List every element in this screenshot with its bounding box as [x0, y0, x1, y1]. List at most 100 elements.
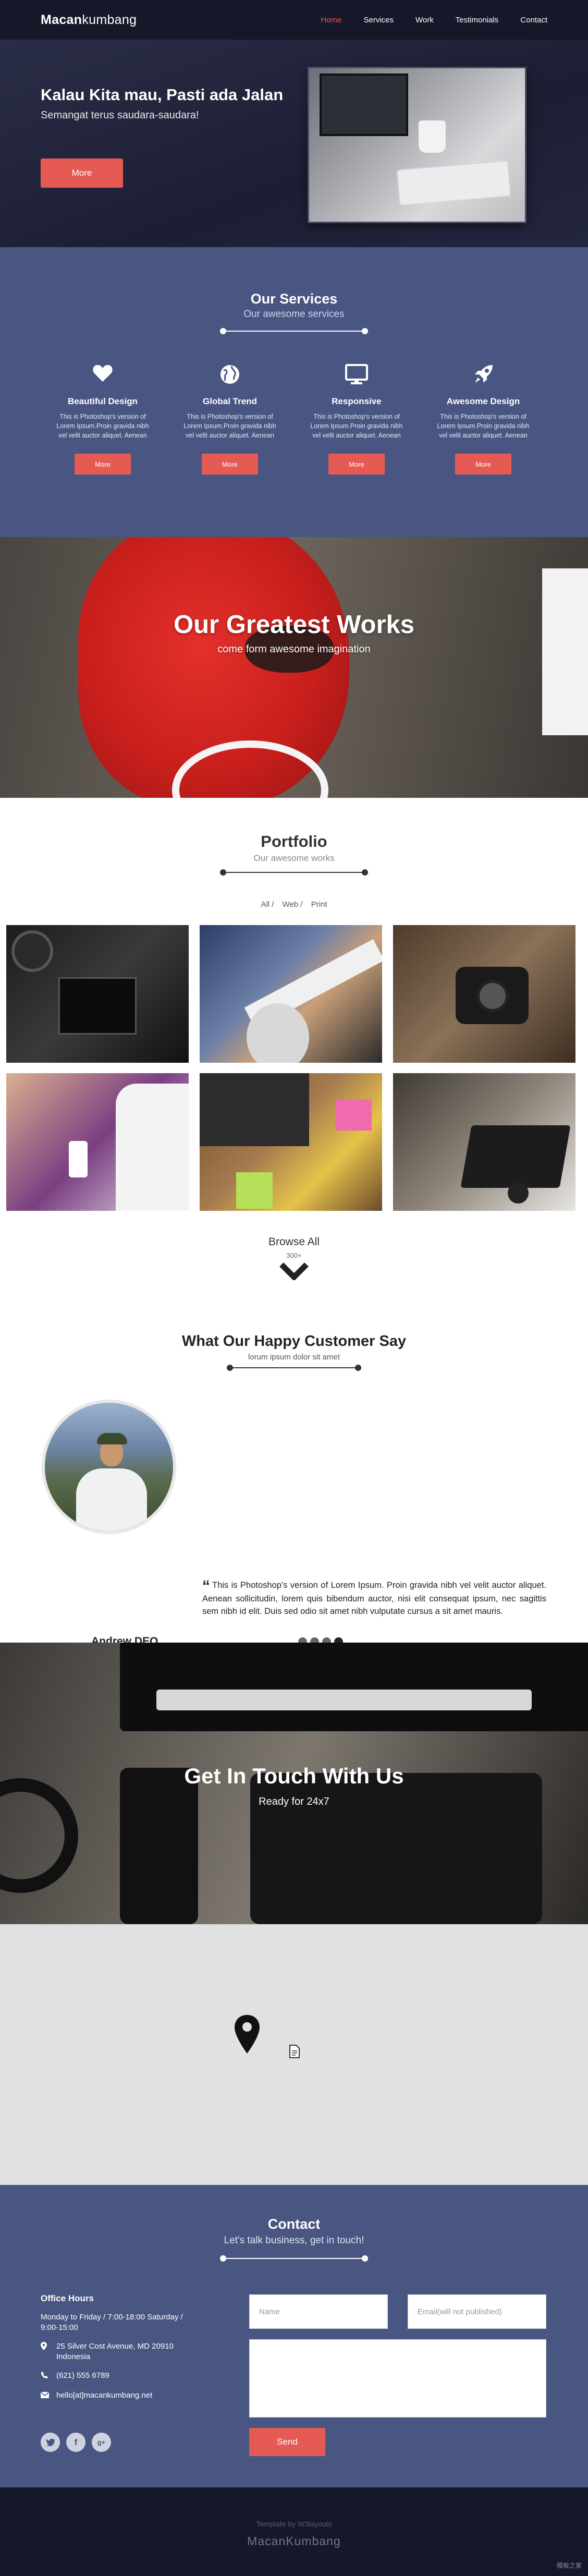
office-info: Office Hours Monday to Friday / 7:00-18:… [40, 2293, 202, 2401]
brand-rest-text: kumbang [82, 12, 137, 27]
service-text: This is Photoshop's version of Lorem Ips… [437, 413, 530, 439]
hero-more-button[interactable]: More [41, 159, 123, 188]
portfolio-divider [220, 869, 368, 876]
avatar-cap [97, 1433, 127, 1444]
service-text: This is Photoshop's version of Lorem Ips… [183, 413, 276, 439]
nav-link-testimonials[interactable]: Testimonials [456, 16, 499, 25]
avatar-shirt [76, 1468, 147, 1531]
services-section: Our Services Our awesome services Beauti… [0, 247, 588, 537]
nav-link-work[interactable]: Work [415, 16, 434, 25]
page: Macankumbang Home Services Work Testimon… [0, 0, 588, 2576]
map-area[interactable] [0, 1924, 588, 2185]
mug-shape [419, 120, 446, 153]
watermark-text: 模板之家 [556, 2562, 582, 2569]
testimonial-title: What Our Happy Customer Say [181, 1333, 407, 1350]
address-text: 25 Silver Cost Avenue, MD 20910 Indonesi… [56, 2342, 174, 2361]
service-more-button[interactable]: More [455, 454, 511, 475]
browse-all-label[interactable]: Browse All [0, 1236, 588, 1248]
filter-web[interactable]: Web / [283, 900, 303, 909]
service-title: Awesome Design [446, 396, 520, 406]
service-text: This is Photoshop's version of Lorem Ips… [56, 413, 149, 439]
portfolio-item-guitar[interactable] [200, 925, 382, 1063]
facebook-icon[interactable]: f [66, 2433, 85, 2452]
browse-all-count: 300+ [286, 1251, 302, 1259]
name-input[interactable] [249, 2294, 388, 2329]
service-title: Responsive [332, 396, 382, 406]
phone-shape [120, 1768, 198, 1924]
footer: Template by W3layouts MacanKumbang 模板之家 [0, 2487, 588, 2576]
service-title: Beautiful Design [67, 396, 138, 406]
keyboard-shape [396, 160, 511, 206]
service-card-responsive: Responsive This is Photoshop's version o… [302, 364, 411, 475]
works-title: Our Greatest Works [173, 611, 415, 639]
send-button[interactable]: Send [249, 2428, 325, 2456]
testimonial-section: What Our Happy Customer Say lorum ipsum … [0, 1297, 588, 1647]
portfolio-item-camera-hands[interactable] [393, 925, 575, 1063]
email-input[interactable] [408, 2294, 546, 2329]
portfolio-title: Portfolio [261, 832, 327, 850]
email-text[interactable]: hello[at]macankumbang.net [56, 2390, 152, 2401]
location-icon [41, 2341, 56, 2353]
brand-bold-text: Macan [41, 12, 82, 27]
service-more-button[interactable]: More [75, 454, 131, 475]
portfolio-item-music-player[interactable] [6, 1073, 189, 1211]
testimonial-quote: “This is Photoshop's version of Lorem Ip… [202, 1578, 546, 1618]
portfolio-section: Portfolio Our awesome works All / Web / … [0, 798, 588, 1297]
nav-link-home[interactable]: Home [321, 16, 341, 25]
portfolio-filters: All / Web / Print [0, 900, 588, 909]
touch-title: Get In Touch With Us [184, 1764, 404, 1788]
portfolio-item-camera-photo[interactable] [6, 925, 189, 1063]
map-pin-icon[interactable] [234, 2014, 261, 2055]
portfolio-item-desk-laptop[interactable] [393, 1073, 575, 1211]
hero-title: Kalau Kita mau, Pasti ada Jalan [41, 86, 284, 104]
phone-text: (621) 555 6789 [56, 2371, 109, 2380]
works-subtitle: come form awesome imagination [217, 643, 371, 655]
address-row: 25 Silver Cost Avenue, MD 20910 Indonesi… [41, 2341, 202, 2362]
heart-icon [48, 364, 157, 387]
hero-subtitle: Semangat terus saudara-saudara! [41, 110, 199, 121]
office-hours-text: Monday to Friday / 7:00-18:00 Saturday /… [41, 2313, 183, 2332]
phone-icon [41, 2371, 56, 2382]
service-text: This is Photoshop's version of Lorem Ips… [310, 413, 403, 439]
hero-section: Kalau Kita mau, Pasti ada Jalan Semangat… [0, 40, 588, 247]
services-title: Our Services [250, 291, 338, 307]
headphone-shape [0, 1778, 78, 1893]
service-card-awesome-design: Awesome Design This is Photoshop's versi… [428, 364, 538, 475]
filter-print[interactable]: Print [311, 900, 327, 909]
browse-all: Browse All 300+ [0, 1236, 588, 1280]
portfolio-item-laptop-notes[interactable] [200, 1073, 382, 1211]
footer-brand: MacanKumbang [247, 2534, 341, 2548]
top-navbar: Macankumbang Home Services Work Testimon… [0, 0, 588, 40]
service-card-beautiful-design: Beautiful Design This is Photoshop's ver… [48, 364, 157, 475]
testimonial-subtitle: lorum ipsum dolor sit amet [248, 1353, 340, 1362]
service-more-button[interactable]: More [328, 454, 385, 475]
services-divider [220, 328, 368, 334]
phone-row: (621) 555 6789 [41, 2371, 202, 2382]
globe-icon [175, 364, 285, 387]
customer-avatar [42, 1400, 176, 1534]
filter-all[interactable]: All / [261, 900, 274, 909]
footer-credit[interactable]: Template by W3layouts [0, 2520, 588, 2528]
monitor-shape [120, 1643, 588, 1731]
google-plus-icon[interactable]: g+ [92, 2433, 111, 2452]
brand-logo[interactable]: Macankumbang [41, 13, 137, 28]
hero-desk-image [308, 67, 526, 223]
social-links: f g+ [41, 2433, 111, 2452]
testimonial-quote-text: This is Photoshop's version of Lorem Ips… [202, 1581, 546, 1616]
works-banner: Our Greatest Works come form awesome ima… [0, 537, 588, 798]
chevron-down-icon[interactable] [279, 1261, 309, 1280]
main-menu: Home Services Work Testimonials Contact [321, 16, 547, 25]
service-title: Global Trend [203, 396, 257, 406]
portfolio-subtitle: Our awesome works [253, 853, 335, 863]
services-subtitle: Our awesome services [243, 309, 345, 320]
monitor-icon [302, 364, 411, 387]
service-more-button[interactable]: More [202, 454, 258, 475]
twitter-icon[interactable] [41, 2433, 60, 2452]
document-icon[interactable] [289, 2044, 300, 2059]
nav-link-services[interactable]: Services [364, 16, 394, 25]
message-textarea[interactable] [249, 2339, 546, 2417]
get-in-touch-banner: Get In Touch With Us Ready for 24x7 [0, 1643, 588, 1924]
nav-link-contact[interactable]: Contact [520, 16, 547, 25]
office-hours-title: Office Hours [41, 2293, 94, 2303]
contact-subtitle: Let's talk business, get in touch! [224, 2235, 364, 2246]
